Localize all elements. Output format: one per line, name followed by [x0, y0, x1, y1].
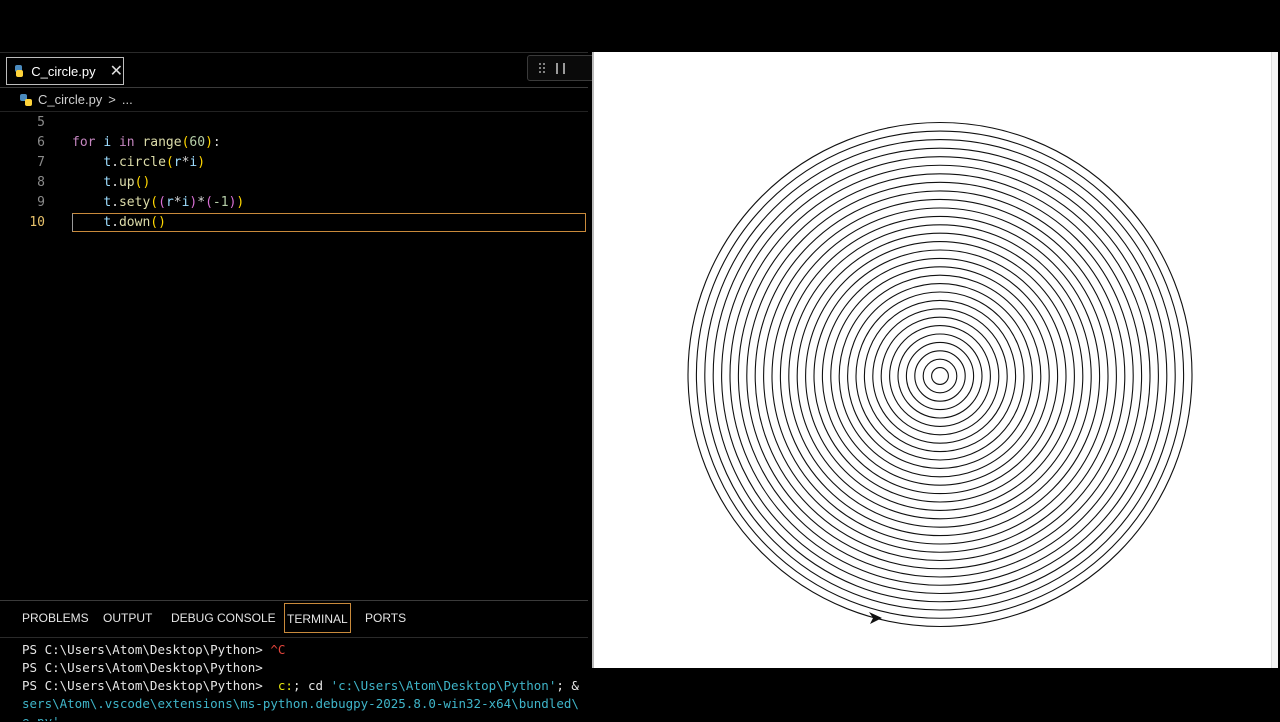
turtle-cursor-icon — [869, 612, 882, 624]
turtle-circle — [914, 350, 966, 402]
tab-ports[interactable]: PORTS — [365, 611, 406, 625]
code-line[interactable]: 8 t.up() — [0, 173, 588, 193]
tab-debug-console[interactable]: DEBUG CONSOLE — [171, 611, 276, 625]
breadcrumb-more[interactable]: ... — [122, 92, 133, 107]
turtle-circle — [889, 325, 991, 427]
line-number: 10 — [29, 215, 45, 230]
terminal-line: sers\Atom\.vscode\extensions\ms-python.d… — [22, 696, 579, 711]
line-number: 5 — [37, 115, 45, 130]
panel-tabs: PROBLEMS OUTPUT DEBUG CONSOLE TERMINAL P… — [0, 601, 588, 638]
terminal-line: PS C:\Users\Atom\Desktop\Python> ^C — [22, 642, 286, 657]
line-number: 8 — [37, 175, 45, 190]
turtle-circle — [779, 215, 1101, 537]
turtle-circle — [838, 274, 1042, 478]
turtle-circle — [821, 257, 1059, 495]
code-text: for i in range(60): — [72, 135, 221, 150]
breadcrumb: C_circle.py > ... — [0, 88, 588, 112]
turtle-circle — [704, 139, 1176, 611]
debug-toolbar — [527, 55, 597, 81]
code-text: t.up() — [103, 175, 151, 190]
turtle-circle — [763, 198, 1117, 553]
drag-handle-icon[interactable] — [538, 62, 546, 74]
tab-output[interactable]: OUTPUT — [103, 611, 152, 625]
turtle-circle — [905, 341, 975, 411]
turtle-circle — [897, 333, 983, 419]
editor-tab[interactable]: C_circle.py ✕ — [6, 57, 124, 85]
code-line[interactable]: 6 for i in range(60): — [0, 133, 588, 153]
code-line[interactable]: 7 t.circle(r*i) — [0, 153, 588, 173]
tab-terminal[interactable]: TERMINAL — [284, 603, 351, 633]
code-text: t.circle(r*i) — [103, 155, 206, 170]
terminal-line: PS C:\Users\Atom\Desktop\Python> — [22, 660, 263, 675]
turtle-circle — [872, 308, 1008, 444]
turtle-circle — [931, 367, 949, 385]
terminal-line: PS C:\Users\Atom\Desktop\Python> c:; cd … — [22, 678, 579, 693]
turtle-circle — [847, 283, 1033, 469]
screen: C_circle.py ✕ C_circle.py > ... 5 6 for i … — [0, 0, 1280, 722]
turtle-circle — [695, 130, 1185, 619]
code-line[interactable]: 10 t.down() — [0, 213, 588, 233]
python-file-icon — [15, 65, 24, 77]
turtle-circle — [721, 156, 1159, 595]
turtle-circle — [737, 173, 1143, 578]
turtle-canvas — [687, 121, 1193, 628]
line-number: 7 — [37, 155, 45, 170]
line-number: 6 — [37, 135, 45, 150]
terminal-output[interactable]: PS C:\Users\Atom\Desktop\Python> ^C PS C… — [22, 641, 588, 721]
turtle-circle — [754, 190, 1126, 562]
turtle-circle — [788, 224, 1092, 528]
editor-tabbar: C_circle.py ✕ — [0, 53, 597, 88]
code-text: t.sety((r*i)*(-1)) — [103, 195, 245, 210]
code-line[interactable]: 5 — [0, 113, 588, 133]
turtle-circle — [729, 164, 1151, 586]
close-icon[interactable]: ✕ — [110, 61, 123, 81]
turtle-circle — [880, 316, 1000, 436]
code-text: t.down() — [103, 215, 166, 230]
tab-filename: C_circle.py — [31, 63, 96, 79]
line-number: 9 — [37, 195, 45, 210]
turtle-graphics-window — [592, 52, 1278, 668]
python-file-icon — [20, 93, 32, 106]
code-line[interactable]: 9 t.sety((r*i)*(-1)) — [0, 193, 588, 213]
turtle-circle — [863, 299, 1017, 453]
window-scrollbar[interactable] — [1271, 52, 1278, 668]
editor-pane: C_circle.py ✕ C_circle.py > ... 5 6 for i … — [0, 52, 597, 722]
breadcrumb-file[interactable]: C_circle.py — [38, 92, 102, 107]
turtle-circle — [796, 232, 1084, 520]
code-editor[interactable]: 5 6 for i in range(60): 7 t.circle(r*i) 8 t.… — [0, 113, 588, 543]
pause-icon[interactable] — [556, 62, 565, 74]
turtle-circle — [830, 266, 1050, 486]
bottom-panel: PROBLEMS OUTPUT DEBUG CONSOLE TERMINAL P… — [0, 600, 588, 722]
turtle-circle — [805, 241, 1075, 511]
tab-problems[interactable]: PROBLEMS — [22, 611, 89, 625]
turtle-circle — [813, 249, 1067, 503]
breadcrumb-separator: > — [108, 92, 116, 107]
turtle-circle — [922, 358, 958, 394]
